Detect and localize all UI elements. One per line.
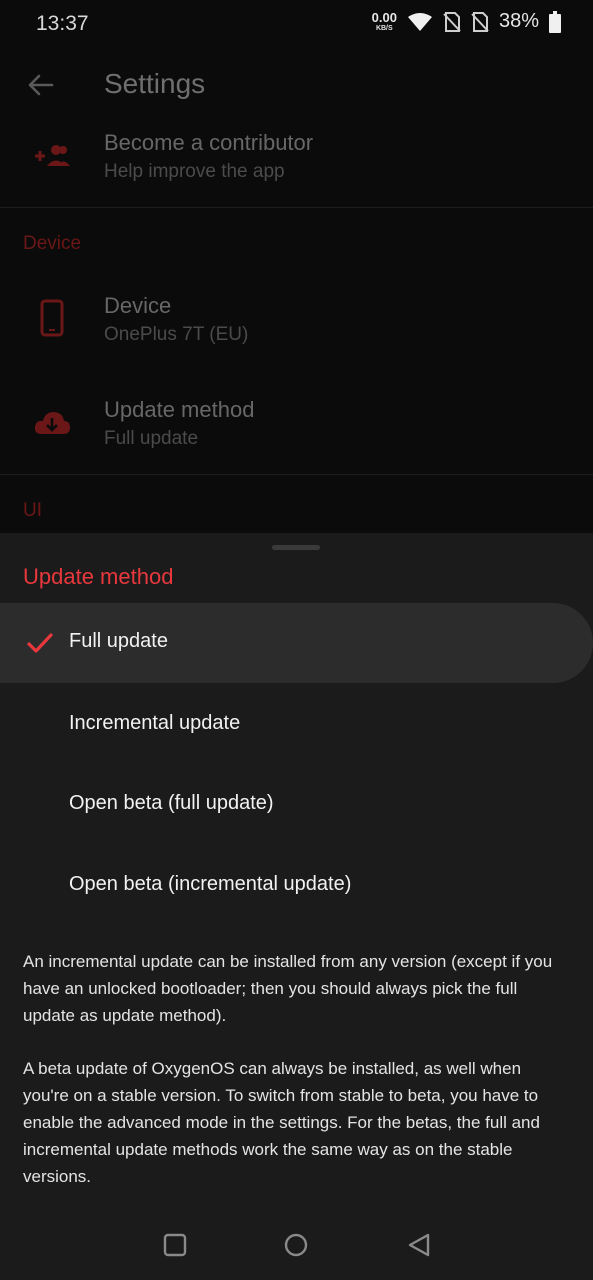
drag-handle[interactable] xyxy=(272,545,320,550)
option-label: Full update xyxy=(69,630,168,652)
group-add-icon xyxy=(35,145,70,166)
description-beta: A beta update of OxygenOS can always be … xyxy=(23,1059,540,1186)
description-incremental: An incremental update can be installed f… xyxy=(23,952,553,1025)
check-icon xyxy=(27,633,53,653)
section-header-ui: UI xyxy=(23,500,42,521)
settings-item-contributor[interactable]: Become a contributor Help improve the ap… xyxy=(0,124,593,206)
device-title: Device xyxy=(104,293,172,318)
no-sim-icon xyxy=(443,11,461,32)
contributor-title: Become a contributor xyxy=(104,130,314,155)
phone-icon xyxy=(40,299,64,337)
network-speed-unit: KB/S xyxy=(375,25,393,32)
section-header-device: Device xyxy=(23,233,82,254)
update-method-subtitle: Full update xyxy=(104,428,199,449)
status-bar: 13:37 0.00 KB/S 38% xyxy=(0,0,593,50)
option-full-update[interactable]: Full update xyxy=(0,603,593,683)
settings-item-device[interactable]: Device OnePlus 7T (EU) xyxy=(0,284,593,374)
navigation-bar xyxy=(0,1210,593,1280)
divider xyxy=(0,207,593,208)
network-speed: 0.00 KB/S xyxy=(372,11,397,32)
option-label: Open beta (full update) xyxy=(69,792,274,814)
battery-icon xyxy=(549,10,561,33)
contributor-subtitle: Help improve the app xyxy=(104,161,285,182)
app-bar: Settings xyxy=(0,52,593,118)
update-method-title: Update method xyxy=(104,397,255,422)
option-label: Open beta (incremental update) xyxy=(69,873,352,895)
status-icons: 0.00 KB/S 38% xyxy=(372,10,561,33)
back-icon[interactable] xyxy=(404,1230,434,1260)
sheet-title: Update method xyxy=(23,564,174,589)
no-sim-icon xyxy=(471,11,489,32)
battery-percentage: 38% xyxy=(498,10,539,32)
wifi-icon xyxy=(407,12,432,31)
status-time: 13:37 xyxy=(36,12,89,35)
update-method-bottom-sheet: Update method Full update Incremental up… xyxy=(0,533,593,1280)
home-icon[interactable] xyxy=(281,1230,311,1260)
cloud-download-icon xyxy=(34,412,70,434)
settings-item-update-method[interactable]: Update method Full update xyxy=(0,388,593,474)
device-subtitle: OnePlus 7T (EU) xyxy=(104,324,249,345)
arrow-back-icon[interactable] xyxy=(26,70,56,100)
option-open-beta-incremental[interactable]: Open beta (incremental update) xyxy=(0,846,593,926)
option-open-beta-full[interactable]: Open beta (full update) xyxy=(0,765,593,845)
divider xyxy=(0,474,593,475)
network-speed-value: 0.00 xyxy=(371,10,397,25)
recents-icon[interactable] xyxy=(160,1230,190,1260)
option-label: Incremental update xyxy=(69,712,241,734)
page-title: Settings xyxy=(104,68,206,99)
option-incremental-update[interactable]: Incremental update xyxy=(0,685,593,765)
settings-screen-background: 13:37 0.00 KB/S 38% Settings Become a co… xyxy=(0,0,593,533)
